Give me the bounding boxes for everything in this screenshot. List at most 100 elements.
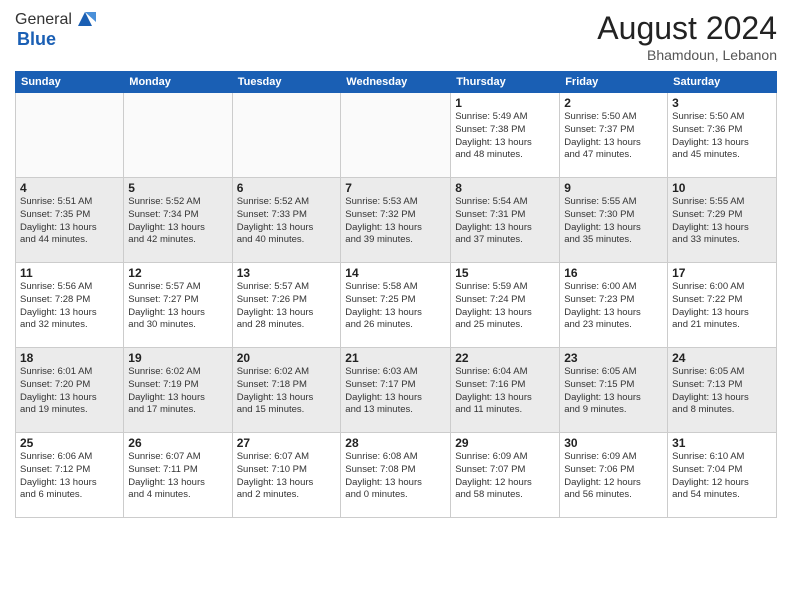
day-info: Sunrise: 5:54 AMSunset: 7:31 PMDaylight:… xyxy=(455,196,555,247)
calendar-cell: 18Sunrise: 6:01 AMSunset: 7:20 PMDayligh… xyxy=(16,348,124,433)
header-monday: Monday xyxy=(124,72,232,93)
calendar-cell: 14Sunrise: 5:58 AMSunset: 7:25 PMDayligh… xyxy=(341,263,451,348)
month-year: August 2024 xyxy=(597,10,777,47)
calendar-cell: 22Sunrise: 6:04 AMSunset: 7:16 PMDayligh… xyxy=(451,348,560,433)
calendar-cell xyxy=(341,93,451,178)
calendar-cell: 10Sunrise: 5:55 AMSunset: 7:29 PMDayligh… xyxy=(668,178,777,263)
day-info: Sunrise: 5:55 AMSunset: 7:30 PMDaylight:… xyxy=(564,196,663,247)
day-number: 9 xyxy=(564,181,663,195)
calendar-cell xyxy=(124,93,232,178)
day-info: Sunrise: 5:51 AMSunset: 7:35 PMDaylight:… xyxy=(20,196,119,247)
day-number: 14 xyxy=(345,266,446,280)
calendar-cell: 1Sunrise: 5:49 AMSunset: 7:38 PMDaylight… xyxy=(451,93,560,178)
weekday-header-row: Sunday Monday Tuesday Wednesday Thursday… xyxy=(16,72,777,93)
header: General Blue August 2024 Bhamdoun, Leban… xyxy=(15,10,777,63)
title-block: August 2024 Bhamdoun, Lebanon xyxy=(597,10,777,63)
calendar-cell: 11Sunrise: 5:56 AMSunset: 7:28 PMDayligh… xyxy=(16,263,124,348)
day-number: 20 xyxy=(237,351,337,365)
header-friday: Friday xyxy=(560,72,668,93)
calendar-cell: 30Sunrise: 6:09 AMSunset: 7:06 PMDayligh… xyxy=(560,433,668,518)
calendar-week-row: 4Sunrise: 5:51 AMSunset: 7:35 PMDaylight… xyxy=(16,178,777,263)
day-info: Sunrise: 5:56 AMSunset: 7:28 PMDaylight:… xyxy=(20,281,119,332)
day-info: Sunrise: 6:05 AMSunset: 7:15 PMDaylight:… xyxy=(564,366,663,417)
calendar: Sunday Monday Tuesday Wednesday Thursday… xyxy=(15,71,777,518)
day-number: 11 xyxy=(20,266,119,280)
calendar-week-row: 11Sunrise: 5:56 AMSunset: 7:28 PMDayligh… xyxy=(16,263,777,348)
header-wednesday: Wednesday xyxy=(341,72,451,93)
calendar-cell: 15Sunrise: 5:59 AMSunset: 7:24 PMDayligh… xyxy=(451,263,560,348)
day-number: 31 xyxy=(672,436,772,450)
day-number: 29 xyxy=(455,436,555,450)
day-info: Sunrise: 6:00 AMSunset: 7:23 PMDaylight:… xyxy=(564,281,663,332)
calendar-cell: 27Sunrise: 6:07 AMSunset: 7:10 PMDayligh… xyxy=(232,433,341,518)
calendar-cell: 26Sunrise: 6:07 AMSunset: 7:11 PMDayligh… xyxy=(124,433,232,518)
day-info: Sunrise: 6:07 AMSunset: 7:10 PMDaylight:… xyxy=(237,451,337,502)
day-info: Sunrise: 6:00 AMSunset: 7:22 PMDaylight:… xyxy=(672,281,772,332)
day-number: 12 xyxy=(128,266,227,280)
calendar-cell: 17Sunrise: 6:00 AMSunset: 7:22 PMDayligh… xyxy=(668,263,777,348)
day-info: Sunrise: 6:01 AMSunset: 7:20 PMDaylight:… xyxy=(20,366,119,417)
day-info: Sunrise: 6:06 AMSunset: 7:12 PMDaylight:… xyxy=(20,451,119,502)
calendar-cell: 31Sunrise: 6:10 AMSunset: 7:04 PMDayligh… xyxy=(668,433,777,518)
day-number: 21 xyxy=(345,351,446,365)
day-number: 18 xyxy=(20,351,119,365)
header-tuesday: Tuesday xyxy=(232,72,341,93)
day-number: 27 xyxy=(237,436,337,450)
day-info: Sunrise: 5:58 AMSunset: 7:25 PMDaylight:… xyxy=(345,281,446,332)
day-info: Sunrise: 6:04 AMSunset: 7:16 PMDaylight:… xyxy=(455,366,555,417)
day-number: 30 xyxy=(564,436,663,450)
day-number: 23 xyxy=(564,351,663,365)
day-number: 7 xyxy=(345,181,446,195)
calendar-cell: 12Sunrise: 5:57 AMSunset: 7:27 PMDayligh… xyxy=(124,263,232,348)
calendar-cell: 28Sunrise: 6:08 AMSunset: 7:08 PMDayligh… xyxy=(341,433,451,518)
day-number: 2 xyxy=(564,96,663,110)
day-number: 25 xyxy=(20,436,119,450)
day-number: 26 xyxy=(128,436,227,450)
day-number: 4 xyxy=(20,181,119,195)
day-number: 13 xyxy=(237,266,337,280)
day-number: 16 xyxy=(564,266,663,280)
logo: General Blue xyxy=(15,10,96,50)
calendar-cell: 23Sunrise: 6:05 AMSunset: 7:15 PMDayligh… xyxy=(560,348,668,433)
day-number: 19 xyxy=(128,351,227,365)
calendar-cell: 24Sunrise: 6:05 AMSunset: 7:13 PMDayligh… xyxy=(668,348,777,433)
day-number: 28 xyxy=(345,436,446,450)
day-info: Sunrise: 5:49 AMSunset: 7:38 PMDaylight:… xyxy=(455,111,555,162)
day-number: 15 xyxy=(455,266,555,280)
header-saturday: Saturday xyxy=(668,72,777,93)
calendar-week-row: 1Sunrise: 5:49 AMSunset: 7:38 PMDaylight… xyxy=(16,93,777,178)
calendar-cell: 20Sunrise: 6:02 AMSunset: 7:18 PMDayligh… xyxy=(232,348,341,433)
day-number: 8 xyxy=(455,181,555,195)
calendar-cell: 29Sunrise: 6:09 AMSunset: 7:07 PMDayligh… xyxy=(451,433,560,518)
logo-blue-text: Blue xyxy=(17,29,56,49)
header-thursday: Thursday xyxy=(451,72,560,93)
calendar-cell: 13Sunrise: 5:57 AMSunset: 7:26 PMDayligh… xyxy=(232,263,341,348)
calendar-cell: 9Sunrise: 5:55 AMSunset: 7:30 PMDaylight… xyxy=(560,178,668,263)
day-info: Sunrise: 5:52 AMSunset: 7:33 PMDaylight:… xyxy=(237,196,337,247)
day-number: 10 xyxy=(672,181,772,195)
calendar-cell: 6Sunrise: 5:52 AMSunset: 7:33 PMDaylight… xyxy=(232,178,341,263)
day-info: Sunrise: 6:07 AMSunset: 7:11 PMDaylight:… xyxy=(128,451,227,502)
day-info: Sunrise: 5:59 AMSunset: 7:24 PMDaylight:… xyxy=(455,281,555,332)
day-number: 17 xyxy=(672,266,772,280)
logo-general-text: General xyxy=(15,11,72,29)
calendar-cell: 3Sunrise: 5:50 AMSunset: 7:36 PMDaylight… xyxy=(668,93,777,178)
calendar-cell: 4Sunrise: 5:51 AMSunset: 7:35 PMDaylight… xyxy=(16,178,124,263)
calendar-cell: 25Sunrise: 6:06 AMSunset: 7:12 PMDayligh… xyxy=(16,433,124,518)
day-number: 22 xyxy=(455,351,555,365)
calendar-week-row: 18Sunrise: 6:01 AMSunset: 7:20 PMDayligh… xyxy=(16,348,777,433)
calendar-cell: 8Sunrise: 5:54 AMSunset: 7:31 PMDaylight… xyxy=(451,178,560,263)
location: Bhamdoun, Lebanon xyxy=(597,47,777,63)
day-info: Sunrise: 5:50 AMSunset: 7:37 PMDaylight:… xyxy=(564,111,663,162)
day-info: Sunrise: 6:03 AMSunset: 7:17 PMDaylight:… xyxy=(345,366,446,417)
logo-icon xyxy=(74,8,96,30)
day-info: Sunrise: 5:57 AMSunset: 7:27 PMDaylight:… xyxy=(128,281,227,332)
day-number: 6 xyxy=(237,181,337,195)
day-number: 5 xyxy=(128,181,227,195)
day-info: Sunrise: 6:10 AMSunset: 7:04 PMDaylight:… xyxy=(672,451,772,502)
calendar-cell xyxy=(232,93,341,178)
calendar-cell: 21Sunrise: 6:03 AMSunset: 7:17 PMDayligh… xyxy=(341,348,451,433)
day-number: 3 xyxy=(672,96,772,110)
day-info: Sunrise: 5:53 AMSunset: 7:32 PMDaylight:… xyxy=(345,196,446,247)
calendar-cell xyxy=(16,93,124,178)
